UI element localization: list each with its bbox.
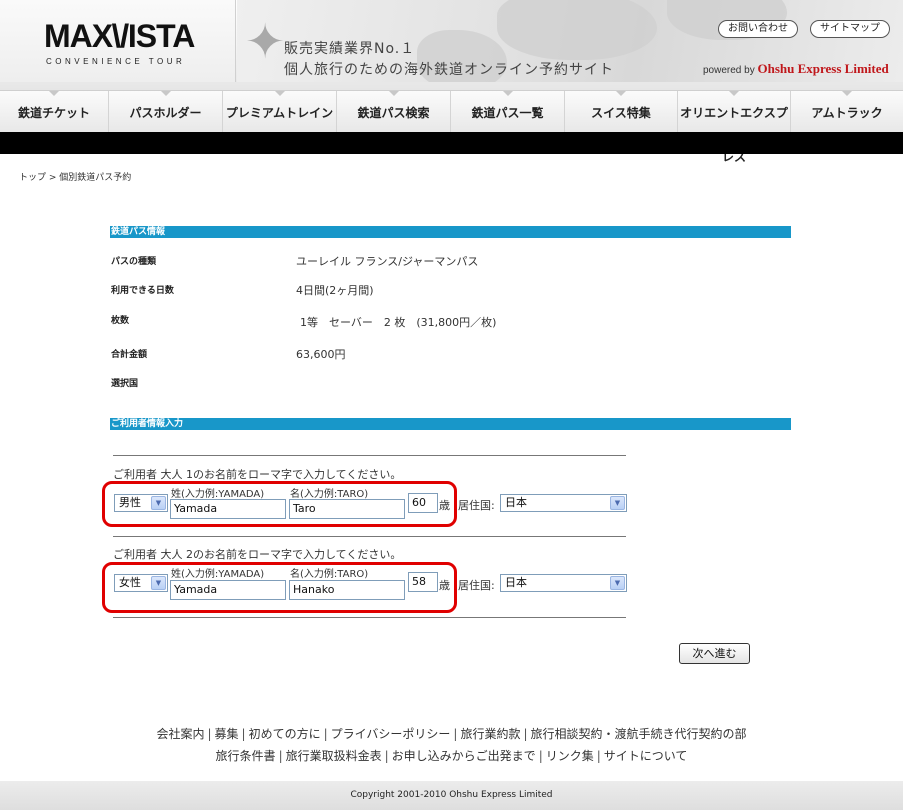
divider: [113, 617, 626, 618]
footer-links-row-1: 会社案内 | 募集 | 初めての方に | プライバシーポリシー | 旅行業約款 | 旅行相談契約・渡…: [0, 725, 903, 742]
selected-country-label: 選択国: [111, 379, 139, 389]
footer-separator: |: [241, 727, 246, 741]
footer-link[interactable]: サイトについて: [604, 749, 688, 763]
quantity-label: 枚数: [111, 316, 130, 326]
footer-separator: |: [453, 727, 458, 741]
usable-days-label: 利用できる日数: [111, 286, 174, 296]
logo-subtitle: CONVENIENCE TOUR: [46, 57, 186, 66]
traveler-2-surname-input[interactable]: Yamada: [170, 580, 286, 600]
chevron-down-icon[interactable]: ▼: [151, 576, 166, 590]
footer-separator: |: [384, 749, 389, 763]
traveler-2-age-unit: 歳: [439, 579, 450, 592]
breadcrumb-current: 個別鉄道パス予約: [59, 173, 132, 183]
copyright: Copyright 2001-2010 Ohshu Express Limite…: [0, 781, 903, 810]
footer-links-row-2: 旅行条件書 | 旅行業取扱料金表 | お申し込みからご出発まで | リンク集 | サイトについて: [0, 747, 903, 764]
traveler-1-prompt: ご利用者 大人 1のお名前をローマ字で入力してください。: [113, 468, 402, 481]
total-value: 63,600円: [296, 348, 346, 361]
chevron-down-icon[interactable]: ▼: [610, 576, 625, 590]
traveler-2-residence-label: 居住国:: [458, 579, 495, 592]
traveler-1-given-input[interactable]: Taro: [289, 499, 405, 519]
traveler-2-residence-value: 日本: [505, 576, 527, 589]
divider: [113, 536, 626, 537]
logo-text-max: MAX: [44, 18, 113, 54]
chevron-down-icon[interactable]: ▼: [610, 496, 625, 510]
footer-link[interactable]: 旅行業約款: [460, 727, 520, 741]
divider: [113, 455, 626, 456]
footer-separator: |: [207, 727, 212, 741]
footer-separator: |: [278, 749, 283, 763]
footer-link[interactable]: 旅行条件書: [216, 749, 276, 763]
nav-item-amtrak[interactable]: アムトラック: [791, 91, 903, 133]
nav-item-pass-list[interactable]: 鉄道パス一覧: [451, 91, 565, 133]
nav-item-rail-ticket[interactable]: 鉄道チケット: [0, 91, 109, 133]
contact-button[interactable]: お問い合わせ: [718, 20, 798, 38]
footer-separator: |: [523, 727, 528, 741]
footer-separator: |: [323, 727, 328, 741]
traveler-2-residence-select[interactable]: 日本 ▼: [500, 574, 627, 592]
pass-type-value: ユーレイル フランス/ジャーマンパス: [296, 255, 479, 268]
traveler-2-given-label: 名(入力例:TARO): [290, 569, 369, 580]
logo-text-v: \/: [111, 18, 130, 54]
quantity-value: 1等 セーバー 2 枚 (31,800円／枚): [300, 316, 497, 329]
traveler-2-given-input[interactable]: Hanako: [289, 580, 405, 600]
breadcrumb-home[interactable]: トップ: [19, 173, 46, 183]
traveler-1-given-label: 名(入力例:TARO): [290, 489, 369, 500]
footer-link[interactable]: 旅行相談契約・渡航手続き代行契約の部: [531, 727, 747, 741]
footer-separator: |: [538, 749, 543, 763]
traveler-1-residence-value: 日本: [505, 496, 527, 509]
footer-separator: |: [596, 749, 601, 763]
nav-item-premium-train[interactable]: プレミアムトレイン: [223, 91, 337, 133]
user-info-header: ご利用者情報入力: [110, 418, 791, 430]
traveler-1-residence-label: 居住国:: [458, 499, 495, 512]
traveler-1-age-input[interactable]: 60: [408, 493, 438, 513]
site-logo[interactable]: MAX\/ISTA: [44, 18, 196, 55]
traveler-2-prompt: ご利用者 大人 2のお名前をローマ字で入力してください。: [113, 548, 402, 561]
chevron-down-icon[interactable]: ▼: [151, 496, 166, 510]
total-label: 合計金額: [111, 350, 148, 360]
pass-type-label: パスの種類: [111, 257, 157, 267]
pass-info-header: 鉄道パス情報: [110, 226, 791, 238]
main-nav: 鉄道チケット パスホルダー プレミアムトレイン 鉄道パス検索 鉄道パス一覧 スイ…: [0, 90, 903, 164]
powered-company[interactable]: Ohshu Express Limited: [757, 61, 888, 76]
logo-area[interactable]: MAX\/ISTA CONVENIENCE TOUR: [0, 0, 236, 82]
traveler-1-residence-select[interactable]: 日本 ▼: [500, 494, 627, 512]
nav-item-orient-express[interactable]: オリエントエクスプレス: [678, 91, 791, 164]
footer-link[interactable]: お申し込みからご出発まで: [392, 749, 536, 763]
tagline-site: 個人旅行のための海外鉄道オンライン予約サイト: [284, 62, 614, 78]
traveler-2-gender-value: 女性: [119, 576, 141, 589]
next-button[interactable]: 次へ進む: [679, 643, 750, 664]
traveler-1-surname-label: 姓(入力例:YAMADA): [171, 489, 265, 500]
traveler-2-surname-label: 姓(入力例:YAMADA): [171, 569, 265, 580]
traveler-1-gender-select[interactable]: 男性 ▼: [114, 494, 168, 512]
traveler-2-age-input[interactable]: 58: [408, 572, 438, 592]
powered-by: powered by Ohshu Express Limited: [703, 61, 889, 77]
footer-link[interactable]: 旅行業取扱料金表: [286, 749, 382, 763]
powered-prefix: powered by: [703, 65, 755, 76]
nav-item-swiss[interactable]: スイス特集: [565, 91, 678, 133]
breadcrumb-separator: >: [46, 173, 60, 183]
footer-link[interactable]: 募集: [215, 727, 239, 741]
footer-link[interactable]: プライバシーポリシー: [331, 727, 451, 741]
sitemap-button[interactable]: サイトマップ: [810, 20, 890, 38]
breadcrumb: トップ > 個別鉄道パス予約: [19, 170, 131, 183]
traveler-2-gender-select[interactable]: 女性 ▼: [114, 574, 168, 592]
compass-icon: ✦: [245, 14, 286, 70]
tagline-sales: 販売実績業界No.１: [284, 41, 416, 57]
footer-link[interactable]: リンク集: [546, 749, 594, 763]
nav-divider-bar: [0, 132, 903, 154]
site-header: MAX\/ISTA CONVENIENCE TOUR ✦ 販売実績業界No.１ …: [0, 0, 903, 90]
logo-text-ista: ISTA: [127, 18, 196, 54]
footer-link[interactable]: 会社案内: [156, 727, 204, 741]
nav-item-pass-holder[interactable]: パスホルダー: [109, 91, 223, 133]
traveler-1-gender-value: 男性: [119, 496, 141, 509]
nav-item-pass-search[interactable]: 鉄道パス検索: [337, 91, 451, 133]
footer-link[interactable]: 初めての方に: [249, 727, 321, 741]
usable-days-value: 4日間(2ヶ月間): [296, 284, 374, 297]
traveler-1-age-unit: 歳: [439, 499, 450, 512]
traveler-1-surname-input[interactable]: Yamada: [170, 499, 286, 519]
